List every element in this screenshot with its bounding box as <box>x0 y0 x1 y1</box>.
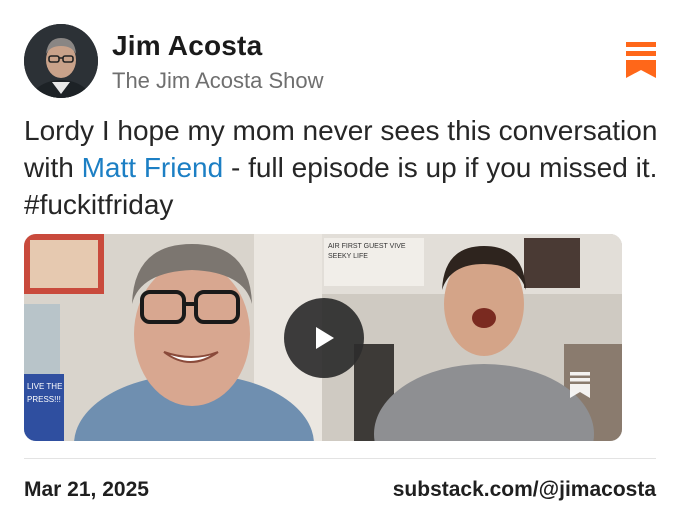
poster-text: AIR FIRST GUEST VIVE <box>328 243 406 250</box>
substack-bookmark-icon[interactable] <box>626 42 656 78</box>
sign-text-line2: PRESS!!! <box>27 395 61 404</box>
play-button[interactable] <box>284 298 364 378</box>
post-header: Jim Acosta The Jim Acosta Show <box>24 24 656 100</box>
poster-text-2: SEEKY LIFE <box>328 253 368 260</box>
video-bookmark-icon <box>570 372 590 398</box>
post-body: Lordy I hope my mom never sees this conv… <box>24 112 664 223</box>
video-thumbnail[interactable]: LIVE THE PRESS!!! AIR FIRST GUEST VIVE S… <box>24 234 622 441</box>
play-icon <box>316 327 334 349</box>
author-name[interactable]: Jim Acosta <box>112 30 262 62</box>
sign-text-line1: LIVE THE <box>27 382 62 391</box>
post-date: Mar 21, 2025 <box>24 478 149 501</box>
source-link[interactable]: substack.com/@jimacosta <box>393 478 656 502</box>
publication-name[interactable]: The Jim Acosta Show <box>112 68 324 94</box>
footer-divider <box>24 458 656 459</box>
mention-link[interactable]: Matt Friend <box>82 152 224 183</box>
author-avatar[interactable] <box>24 24 98 98</box>
